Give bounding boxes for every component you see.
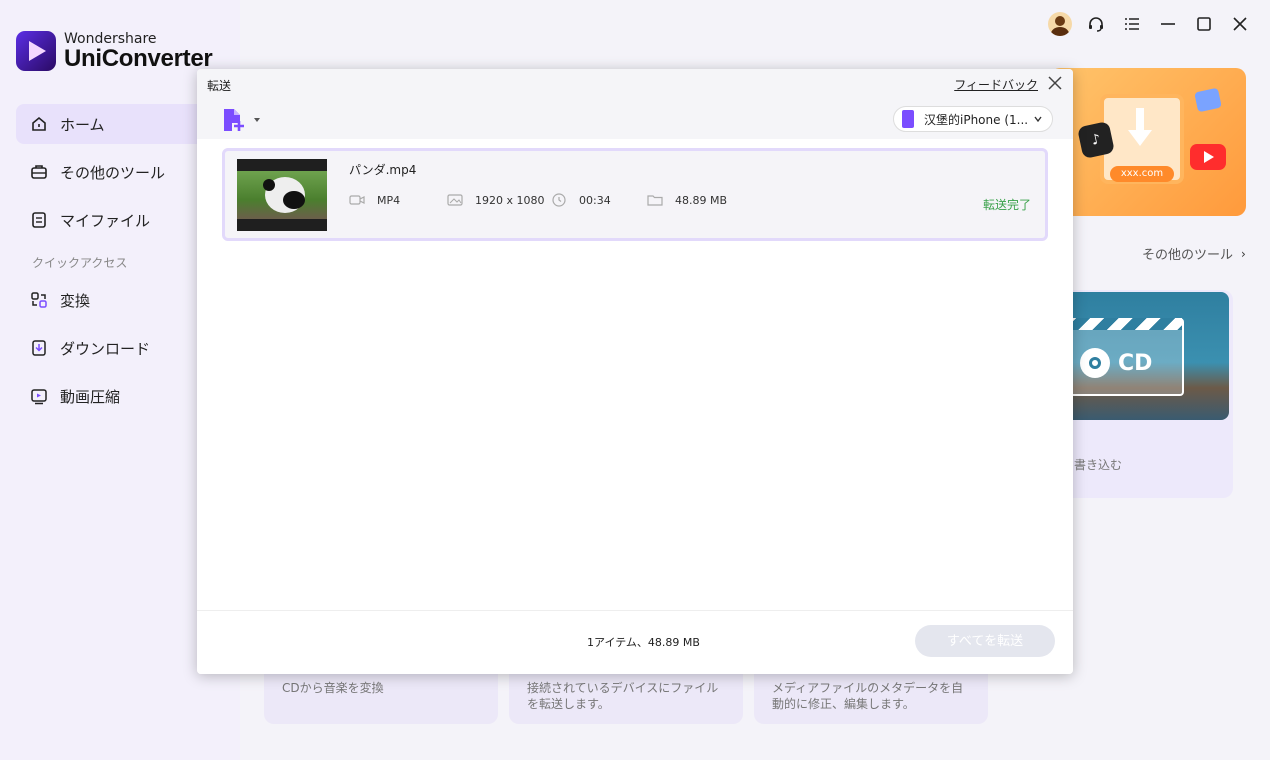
feedback-link[interactable]: フィードバック [954, 76, 1038, 93]
dialog-title: 転送 [207, 79, 232, 93]
file-resolution: 1920 x 1080 [447, 193, 545, 207]
uniconverter-logo-icon [16, 31, 56, 71]
add-file-icon [224, 109, 244, 131]
minimize-button[interactable] [1150, 10, 1186, 38]
chevron-right-icon: › [1241, 246, 1246, 261]
device-name: 汉堡的iPhone (1... [924, 112, 1029, 127]
file-name: パンダ.mp4 [349, 163, 417, 177]
transfer-status: 転送完了 [982, 198, 1031, 212]
chevron-down-icon [1034, 116, 1042, 123]
item-summary: 1アイテム、48.89 MB [587, 636, 700, 649]
video-camera-icon [349, 195, 365, 205]
device-select[interactable]: 汉堡的iPhone (1... [893, 106, 1053, 132]
tool-card-description: メディアファイルのメタデータを自動的に修正、編集します。 [772, 681, 964, 711]
clapper-stripes [1062, 318, 1182, 330]
cd-card-caption: 書き込む [1074, 458, 1123, 472]
sidebar-item-convert[interactable]: 変換 [16, 280, 226, 320]
brand-name: UniConverter [64, 45, 213, 72]
download-arrow-icon [1128, 108, 1152, 146]
dialog-header: 転送 フィードバック 汉堡的iPhone (1... [197, 69, 1073, 139]
tool-card-description: 接続されているデバイスにファイルを転送します。 [527, 681, 719, 711]
iphone-icon [902, 110, 914, 128]
chevron-down-icon [254, 118, 260, 122]
menu-list-icon [1125, 18, 1139, 30]
panda-thumbnail-image [263, 177, 305, 213]
account-button[interactable] [1042, 10, 1078, 38]
sidebar-item-compress[interactable]: 動画圧縮 [16, 376, 226, 416]
video-thumbnail [237, 159, 327, 231]
sidebar-item-download[interactable]: ダウンロード [16, 328, 226, 368]
file-duration-value: 00:34 [579, 193, 611, 207]
clock-icon [552, 193, 566, 207]
dialog-footer: 1アイテム、48.89 MB すべてを転送 [197, 610, 1073, 674]
file-format: MP4 [349, 193, 400, 207]
window-topbar [1042, 10, 1258, 38]
disc-icon [1080, 348, 1110, 378]
more-tools-label: その他のツール [1142, 248, 1234, 263]
file-format-value: MP4 [377, 193, 401, 207]
image-size-icon [447, 194, 463, 206]
banner-url: xxx.com [1110, 166, 1174, 182]
sidebar-item-other-tools[interactable]: その他のツール [16, 152, 226, 192]
file-size-value: 48.89 MB [675, 193, 728, 207]
support-button[interactable] [1078, 10, 1114, 38]
file-list-item[interactable]: パンダ.mp4 MP4 1920 x 1080 00:34 48.89 MB 転… [222, 148, 1048, 241]
file-icon [30, 211, 48, 229]
folder-icon [647, 195, 663, 206]
file-resolution-value: 1920 x 1080 [475, 193, 545, 207]
sidebar-item-my-files[interactable]: マイファイル [16, 200, 226, 240]
youtube-icon [1190, 144, 1226, 170]
convert-icon [30, 291, 48, 309]
file-duration: 00:34 [551, 193, 611, 207]
sidebar-item-home[interactable]: ホーム [16, 104, 226, 144]
sidebar-item-label: その他のツール [60, 163, 166, 182]
maximize-icon [1197, 17, 1211, 31]
sidebar-item-label: ダウンロード [60, 339, 151, 358]
download-icon [30, 339, 48, 357]
dialog-close-icon[interactable] [1047, 75, 1063, 91]
maximize-button[interactable] [1186, 10, 1222, 38]
brand: Wondershare UniConverter [16, 31, 213, 72]
close-window-button[interactable] [1222, 10, 1258, 38]
quick-access-label: クイックアクセス [32, 256, 128, 270]
menu-button[interactable] [1114, 10, 1150, 38]
add-file-button[interactable] [221, 107, 261, 133]
headset-icon [1089, 17, 1103, 32]
home-icon [30, 115, 48, 133]
file-size: 48.89 MB [647, 193, 727, 207]
promo-banner[interactable]: xxx.com ♪ [1050, 68, 1246, 216]
toolbox-icon [30, 163, 48, 181]
film-icon [1194, 87, 1222, 113]
minimize-icon [1161, 23, 1175, 25]
sidebar-item-label: 動画圧縮 [60, 387, 121, 406]
cd-label: CD [1080, 348, 1152, 378]
tool-card-description: CDから音楽を変換 [282, 681, 384, 695]
transfer-dialog: 転送 フィードバック 汉堡的iPhone (1... パンダ.mp4 MP4 1… [197, 69, 1073, 674]
more-tools-link[interactable]: その他のツール › [1142, 244, 1246, 264]
sidebar-item-label: ホーム [60, 115, 105, 134]
sidebar-item-label: マイファイル [60, 211, 151, 230]
sidebar-item-label: 変換 [60, 291, 91, 310]
close-icon [1233, 17, 1247, 31]
transfer-all-button[interactable]: すべてを転送 [915, 625, 1055, 657]
avatar [1048, 12, 1072, 36]
cd-label-text: CD [1118, 350, 1153, 376]
compress-icon [30, 387, 48, 405]
